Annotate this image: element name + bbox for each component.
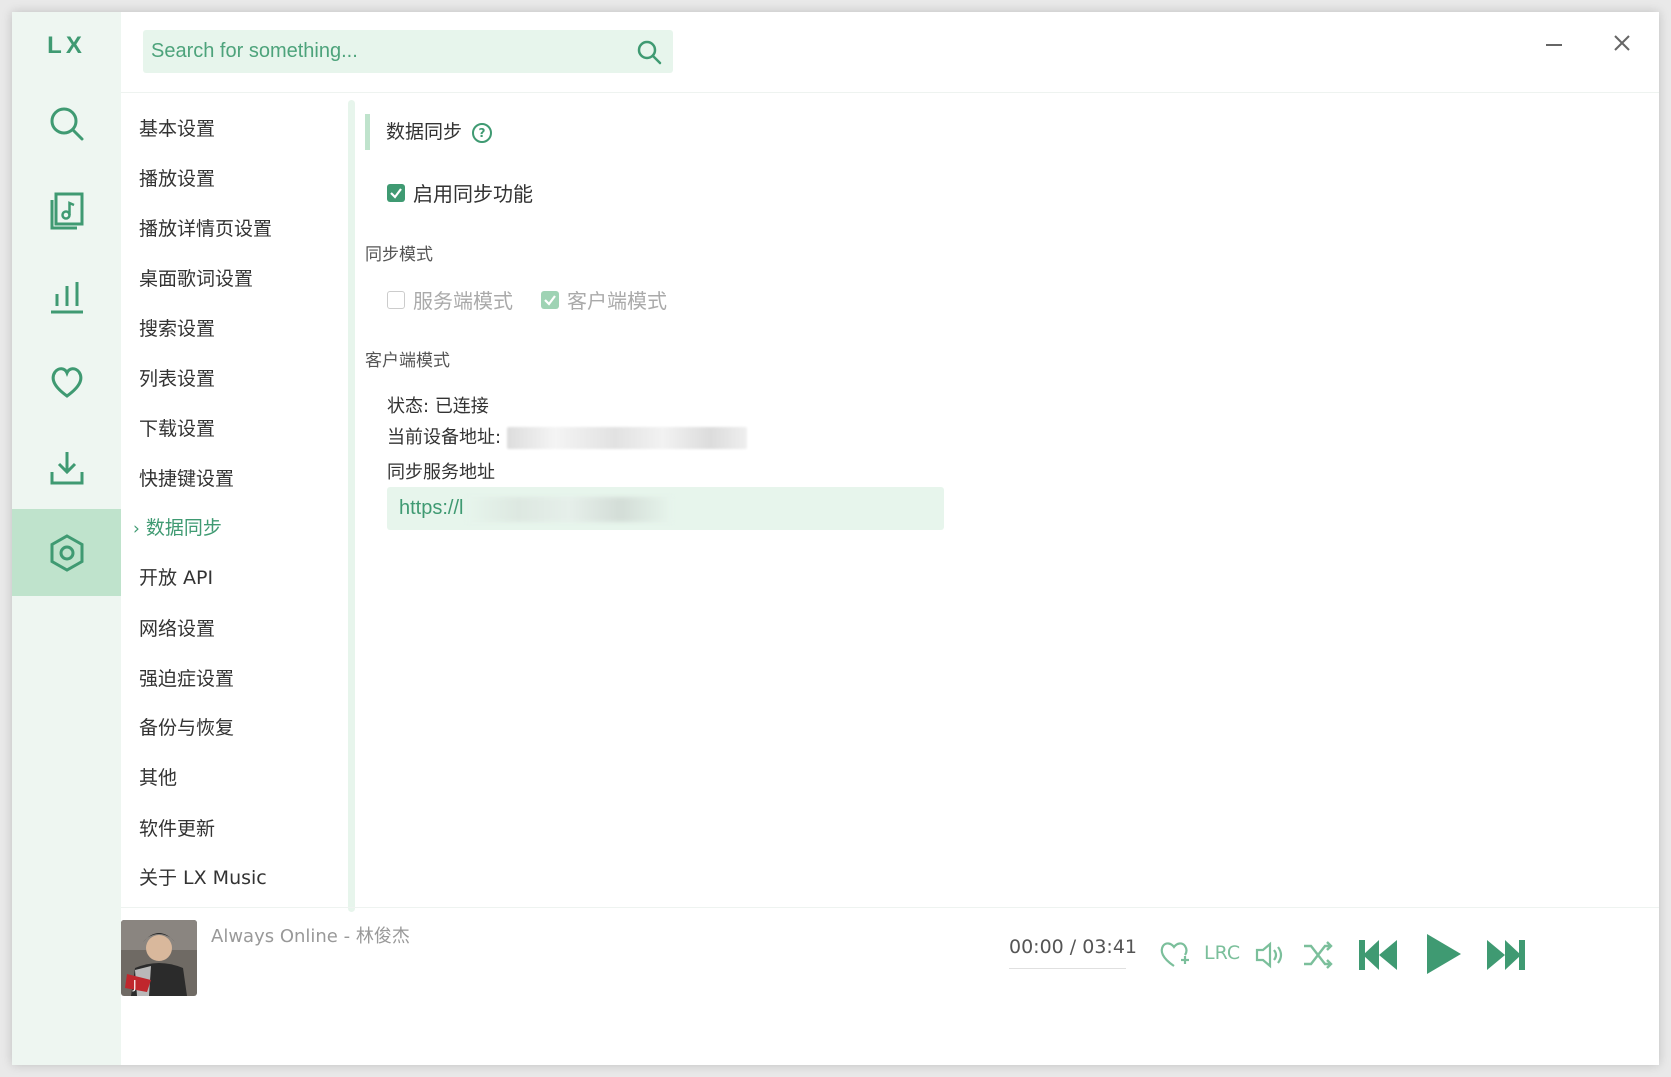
- nav-item-update[interactable]: 软件更新: [139, 814, 215, 841]
- help-icon[interactable]: ?: [472, 122, 493, 143]
- nav-item-desktop-lyric[interactable]: 桌面歌词设置: [139, 264, 253, 291]
- service-address-label: 同步服务地址: [387, 462, 495, 483]
- music-list-icon: [50, 192, 83, 230]
- nav-item-basic[interactable]: 基本设置: [139, 114, 215, 141]
- nav-item-hotkey[interactable]: 快捷键设置: [139, 464, 234, 491]
- search-icon[interactable]: [635, 38, 663, 66]
- status-value: 已连接: [434, 396, 489, 417]
- status-row: 状态: 已连接: [387, 392, 489, 418]
- shuffle-icon[interactable]: [1301, 938, 1335, 972]
- next-icon[interactable]: [1485, 936, 1527, 974]
- search-box: [143, 30, 673, 73]
- player-bar: J Always Online - 林俊杰 00:00 / 03:41 LRC: [121, 907, 1659, 1065]
- nav-item-list[interactable]: 列表设置: [139, 364, 215, 391]
- top-bar: [121, 12, 1659, 92]
- progress-bar[interactable]: [1009, 968, 1126, 969]
- volume-icon[interactable]: [1253, 938, 1287, 972]
- nav-item-sync[interactable]: › 数据同步: [133, 513, 222, 540]
- minimize-icon[interactable]: [1539, 30, 1569, 60]
- album-cover[interactable]: J: [121, 920, 197, 996]
- client-mode-heading: 客户端模式: [365, 351, 450, 371]
- nav-scrollbar[interactable]: [348, 100, 355, 912]
- nav-item-play-detail[interactable]: 播放详情页设置: [139, 214, 272, 241]
- checkbox-checked-icon: [541, 290, 559, 309]
- left-rail: LX: [12, 12, 121, 1065]
- close-icon[interactable]: [1605, 26, 1639, 60]
- play-time: 00:00 / 03:41: [1009, 936, 1137, 958]
- client-mode-label: 客户端模式: [567, 289, 667, 313]
- search-icon: [50, 107, 83, 141]
- add-to-list-icon[interactable]: [1157, 938, 1191, 972]
- app-window: LX 基本设置 播放设置 播放详情页设置 桌面歌: [12, 12, 1659, 1065]
- server-mode-checkbox[interactable]: 服务端模式: [387, 285, 513, 314]
- nav-item-open-api[interactable]: 开放 API: [139, 563, 213, 590]
- device-address-redacted: [506, 427, 747, 449]
- download-icon: [50, 452, 83, 485]
- rail-leaderboard-button[interactable]: [12, 251, 121, 341]
- app-logo: LX: [47, 32, 86, 59]
- nav-item-backup[interactable]: 备份与恢复: [139, 713, 234, 740]
- nav-item-play[interactable]: 播放设置: [139, 164, 215, 191]
- search-input[interactable]: [143, 30, 621, 73]
- nav-item-search[interactable]: 搜索设置: [139, 314, 215, 341]
- nav-item-ocd[interactable]: 强迫症设置: [139, 664, 234, 691]
- heart-icon: [51, 367, 82, 398]
- settings-nav: 基本设置 播放设置 播放详情页设置 桌面歌词设置 搜索设置 列表设置 下载设置 …: [121, 92, 346, 917]
- device-address-label: 当前设备地址:: [387, 427, 502, 448]
- device-address-row: 当前设备地址:: [387, 423, 747, 449]
- section-title: 数据同步?: [365, 114, 493, 150]
- previous-icon[interactable]: [1357, 936, 1399, 974]
- client-mode-checkbox[interactable]: 客户端模式: [541, 285, 667, 314]
- chevron-right-icon: ›: [133, 519, 140, 539]
- status-label: 状态:: [387, 396, 430, 417]
- server-mode-label: 服务端模式: [413, 289, 513, 313]
- service-address-redacted: [467, 497, 672, 522]
- checkbox-checked-icon: [387, 183, 405, 202]
- svg-text:J: J: [132, 978, 137, 992]
- lyrics-toggle[interactable]: LRC: [1204, 942, 1240, 964]
- section-title-text: 数据同步: [386, 121, 463, 143]
- song-title: Always Online - 林俊杰: [211, 926, 410, 947]
- enable-sync-checkbox[interactable]: 启用同步功能: [387, 178, 533, 207]
- sync-mode-heading: 同步模式: [365, 245, 433, 265]
- nav-item-sync-label: 数据同步: [145, 517, 222, 539]
- rail-search-button[interactable]: [12, 79, 121, 169]
- service-address-value: https://l: [399, 497, 464, 519]
- nav-item-other[interactable]: 其他: [139, 763, 177, 790]
- nav-item-network[interactable]: 网络设置: [139, 614, 215, 641]
- rail-settings-button[interactable]: [12, 509, 121, 596]
- chart-icon: [50, 282, 83, 314]
- play-icon[interactable]: [1423, 932, 1463, 976]
- rail-playlist-button[interactable]: [12, 165, 121, 255]
- nav-item-about[interactable]: 关于 LX Music: [139, 863, 267, 890]
- settings-content: 数据同步? 启用同步功能 同步模式 服务端模式 客户端模式 客户端模式 状态: …: [365, 92, 1659, 917]
- enable-sync-label: 启用同步功能: [413, 182, 533, 206]
- service-address-input[interactable]: https://l: [387, 487, 944, 530]
- rail-download-button[interactable]: [12, 423, 121, 513]
- rail-favorite-button[interactable]: [12, 337, 121, 427]
- checkbox-empty-icon: [387, 290, 405, 309]
- nav-item-download[interactable]: 下载设置: [139, 414, 215, 441]
- settings-icon: [50, 533, 83, 572]
